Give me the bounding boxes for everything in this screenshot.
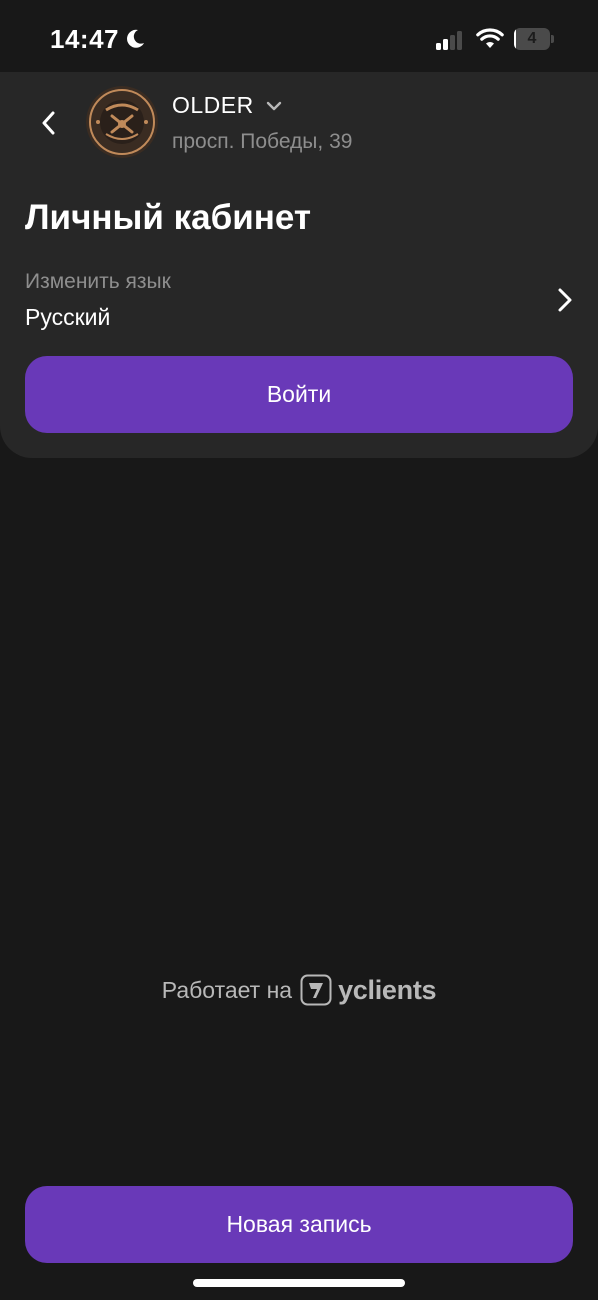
yclients-brand-name: yclients [338, 974, 437, 1005]
moon-icon [127, 29, 144, 48]
powered-by-text: Работает на [161, 976, 293, 1003]
status-bar: 14:47 4 [0, 0, 598, 72]
home-indicator [193, 1279, 405, 1287]
change-language-row[interactable]: Изменить язык Русский [0, 262, 598, 342]
battery-body: 4 [514, 28, 550, 50]
chevron-left-icon [42, 111, 55, 135]
powered-by: Работает на yclients [0, 970, 598, 1010]
login-button[interactable]: Войти [25, 356, 573, 433]
battery-icon: 4 [514, 28, 554, 50]
wifi-icon [476, 28, 504, 48]
status-time: 14:47 [50, 24, 119, 54]
battery-level: 4 [527, 30, 537, 47]
salon-address: просп. Победы, 39 [172, 130, 353, 153]
profile-card: OLDER просп. Победы, 39 Личный кабинет И… [0, 72, 598, 458]
language-label: Изменить язык [25, 270, 171, 293]
language-value: Русский [25, 304, 111, 330]
page-title: Личный кабинет [25, 198, 312, 237]
battery-tip [551, 35, 554, 43]
salon-selector[interactable]: OLDER [172, 92, 282, 119]
salon-logo [86, 86, 158, 158]
signal-icon [436, 31, 462, 50]
salon-name: OLDER [172, 92, 254, 118]
yclients-logo-icon [300, 974, 332, 1006]
back-button[interactable] [28, 102, 70, 144]
chevron-down-icon [266, 101, 281, 110]
chevron-right-icon [558, 288, 572, 312]
new-booking-button[interactable]: Новая запись [25, 1186, 573, 1263]
